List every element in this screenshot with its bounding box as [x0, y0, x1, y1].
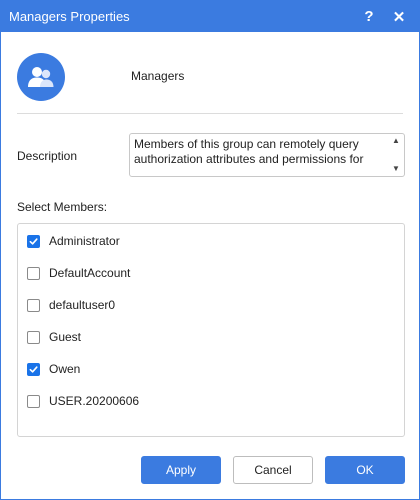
- member-item-user-20200606[interactable]: USER.20200606: [27, 391, 139, 411]
- member-label: USER.20200606: [49, 394, 140, 408]
- members-list: Administrator DefaultAccount defaultuser…: [17, 223, 405, 437]
- group-header: Managers: [17, 53, 403, 101]
- group-avatar-icon: [17, 53, 65, 101]
- description-scrollbar[interactable]: ▲ ▼: [389, 135, 403, 175]
- apply-button[interactable]: Apply: [141, 456, 221, 484]
- description-textarea[interactable]: Members of this group can remotely query…: [129, 133, 405, 177]
- dialog-footer: Apply Cancel OK: [1, 438, 419, 499]
- member-item-administrator[interactable]: Administrator: [27, 231, 120, 251]
- member-item-guest[interactable]: Guest: [27, 327, 81, 347]
- scroll-down-icon[interactable]: ▼: [392, 163, 400, 175]
- description-label: Description: [17, 149, 78, 163]
- member-item-owen[interactable]: Owen: [27, 359, 80, 379]
- member-label: Owen: [49, 362, 81, 376]
- member-checkbox[interactable]: [27, 298, 40, 312]
- member-label: defaultuser0: [49, 298, 116, 312]
- member-label: Administrator: [49, 234, 120, 248]
- help-button[interactable]: ?: [355, 1, 383, 32]
- member-label: Guest: [49, 330, 82, 344]
- member-checkbox[interactable]: [27, 394, 40, 408]
- member-item-defaultuser0[interactable]: defaultuser0: [27, 295, 115, 315]
- member-item-defaultaccount[interactable]: DefaultAccount: [27, 263, 130, 283]
- title-bar: Managers Properties ? ✕: [1, 1, 419, 32]
- ok-button[interactable]: OK: [325, 456, 405, 484]
- close-button[interactable]: ✕: [385, 1, 413, 32]
- properties-dialog: Managers Properties ? ✕ Managers Descrip…: [0, 0, 420, 500]
- checkmark-icon: [29, 237, 38, 245]
- member-checkbox[interactable]: [27, 362, 40, 376]
- window-title: Managers Properties: [9, 9, 130, 24]
- scroll-up-icon[interactable]: ▲: [392, 135, 400, 147]
- cancel-button[interactable]: Cancel: [233, 456, 313, 484]
- group-name: Managers: [131, 69, 185, 83]
- divider: [17, 113, 403, 114]
- member-checkbox[interactable]: [27, 234, 40, 248]
- description-text[interactable]: Members of this group can remotely query…: [134, 137, 380, 173]
- member-checkbox[interactable]: [27, 330, 40, 344]
- member-checkbox[interactable]: [27, 266, 40, 280]
- select-members-label: Select Members:: [17, 200, 108, 214]
- member-label: DefaultAccount: [49, 266, 131, 280]
- checkmark-icon: [29, 365, 38, 373]
